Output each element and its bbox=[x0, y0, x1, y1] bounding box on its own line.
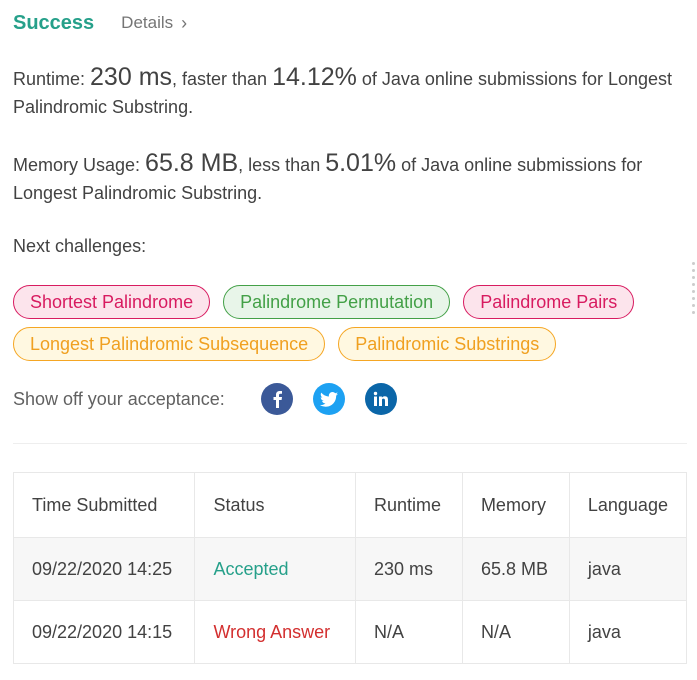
details-link[interactable]: Details › bbox=[121, 13, 187, 34]
challenge-chip-palindromic-substrings[interactable]: Palindromic Substrings bbox=[338, 327, 557, 361]
challenge-chip-shortest-palindrome[interactable]: Shortest Palindrome bbox=[13, 285, 211, 319]
section-divider bbox=[13, 443, 687, 444]
cell-status-accepted[interactable]: Accepted bbox=[194, 537, 356, 601]
challenge-chip-palindrome-permutation[interactable]: Palindrome Permutation bbox=[223, 285, 451, 319]
memory-value: 65.8 MB bbox=[145, 149, 239, 177]
linkedin-icon[interactable] bbox=[364, 383, 397, 415]
success-title: Success bbox=[13, 11, 95, 34]
challenge-chip-longest-palindromic-subsequence[interactable]: Longest Palindromic Subsequence bbox=[13, 327, 326, 361]
chevron-right-icon: › bbox=[181, 12, 188, 33]
social-buttons bbox=[260, 383, 397, 415]
runtime-stat: Runtime: 230 ms, faster than 14.12% of J… bbox=[13, 63, 683, 121]
cell-memory: 65.8 MB bbox=[461, 537, 570, 601]
cell-status-wrong-answer[interactable]: Wrong Answer bbox=[194, 600, 356, 664]
cell-language: java bbox=[568, 600, 688, 664]
twitter-icon[interactable] bbox=[312, 383, 345, 415]
memory-middle: , less than bbox=[238, 155, 326, 175]
runtime-middle: , faster than bbox=[172, 69, 273, 89]
result-header: Success Details › bbox=[13, 8, 187, 38]
cell-time: 09/22/2020 14:15 bbox=[12, 600, 196, 664]
cell-time: 09/22/2020 14:25 bbox=[12, 537, 196, 601]
table-row: 09/22/2020 14:25 Accepted 230 ms 65.8 MB… bbox=[12, 537, 688, 601]
memory-stat: Memory Usage: 65.8 MB, less than 5.01% o… bbox=[13, 149, 683, 207]
next-challenges-label: Next challenges: bbox=[13, 236, 147, 256]
cell-memory: N/A bbox=[461, 600, 570, 664]
runtime-percent: 14.12% bbox=[272, 63, 357, 91]
resize-handle[interactable] bbox=[692, 262, 696, 318]
share-label: Show off your acceptance: bbox=[13, 388, 225, 409]
column-header-language[interactable]: Language bbox=[568, 472, 688, 538]
table-header-row: Time Submitted Status Runtime Memory Lan… bbox=[12, 472, 688, 538]
facebook-icon[interactable] bbox=[260, 383, 293, 415]
runtime-prefix: Runtime: bbox=[13, 69, 91, 89]
details-label: Details bbox=[121, 13, 174, 32]
challenge-chip-palindrome-pairs[interactable]: Palindrome Pairs bbox=[463, 285, 635, 319]
memory-prefix: Memory Usage: bbox=[13, 155, 146, 175]
column-header-runtime[interactable]: Runtime bbox=[354, 472, 463, 538]
cell-runtime: 230 ms bbox=[354, 537, 463, 601]
memory-percent: 5.01% bbox=[325, 149, 397, 177]
column-header-status[interactable]: Status bbox=[194, 472, 356, 538]
cell-language: java bbox=[568, 537, 688, 601]
column-header-time[interactable]: Time Submitted bbox=[12, 472, 196, 538]
cell-runtime: N/A bbox=[354, 600, 463, 664]
column-header-memory[interactable]: Memory bbox=[461, 472, 570, 538]
table-row: 09/22/2020 14:15 Wrong Answer N/A N/A ja… bbox=[12, 600, 688, 664]
runtime-value: 230 ms bbox=[90, 63, 173, 91]
share-section: Show off your acceptance: bbox=[13, 382, 397, 416]
submissions-table: Time Submitted Status Runtime Memory Lan… bbox=[12, 472, 688, 664]
next-challenges-list: Shortest Palindrome Palindrome Permutati… bbox=[13, 285, 683, 369]
